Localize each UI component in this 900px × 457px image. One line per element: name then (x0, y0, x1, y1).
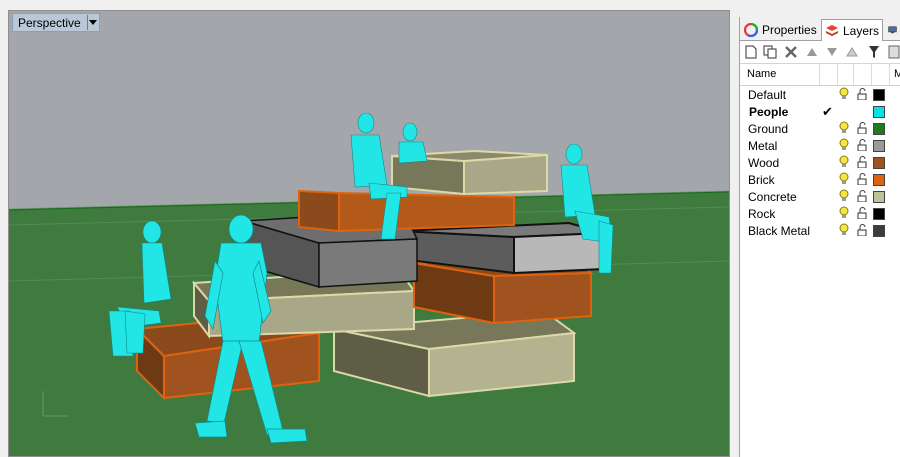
layer-name[interactable]: Wood (748, 156, 779, 170)
layer-row[interactable]: Default (740, 86, 900, 103)
layer-row[interactable]: Wood (740, 154, 900, 171)
tab-properties-label: Properties (762, 22, 817, 37)
layer-color-swatch[interactable] (873, 106, 885, 118)
move-down-icon (827, 48, 837, 56)
layer-name[interactable]: Default (748, 88, 786, 102)
column-divider (819, 63, 820, 85)
layer-color-swatch[interactable] (873, 225, 885, 237)
tools-icon (888, 45, 900, 59)
new-layer-button[interactable] (743, 44, 759, 60)
scene-render[interactable] (9, 11, 730, 457)
layer-unlocked-icon[interactable] (857, 173, 868, 185)
display-icon (888, 25, 897, 33)
column-divider (853, 63, 854, 85)
layer-unlocked-icon[interactable] (857, 207, 868, 219)
tab-display[interactable] (885, 19, 900, 40)
new-sublayer-button[interactable] (762, 44, 778, 60)
move-down-button[interactable] (824, 44, 840, 60)
layer-unlocked-icon[interactable] (857, 122, 868, 134)
delete-icon (785, 46, 797, 58)
chevron-down-icon (89, 20, 98, 25)
column-material-header[interactable]: M (894, 68, 900, 80)
layer-name[interactable]: Metal (748, 139, 777, 153)
tab-layers-label: Layers (843, 23, 880, 38)
layer-unlocked-icon[interactable] (857, 88, 868, 100)
layers-icon (826, 24, 838, 36)
filter-button[interactable] (866, 44, 882, 60)
layer-visible-bulb-icon[interactable] (839, 206, 849, 220)
move-to-parent-icon (846, 47, 858, 57)
filter-icon (869, 46, 879, 58)
layer-unlocked-icon[interactable] (857, 156, 868, 168)
layer-row[interactable]: Metal (740, 137, 900, 154)
layer-color-swatch[interactable] (873, 89, 885, 101)
layer-row[interactable]: People ✔ (740, 103, 900, 120)
layer-visible-bulb-icon[interactable] (839, 189, 849, 203)
layers-panel: Properties Layers Name M Default People … (739, 17, 900, 457)
layer-visible-bulb-icon[interactable] (839, 223, 849, 237)
viewport-menu-dropdown[interactable] (86, 15, 99, 30)
tab-properties[interactable]: Properties (741, 19, 819, 40)
properties-icon (744, 22, 758, 37)
column-divider (871, 63, 872, 85)
layer-color-swatch[interactable] (873, 123, 885, 135)
panel-gap (730, 10, 739, 457)
layer-name[interactable]: Black Metal (748, 224, 810, 238)
column-divider (837, 63, 838, 85)
column-divider (889, 63, 890, 85)
layer-name[interactable]: Brick (748, 173, 775, 187)
new-sublayer-icon (763, 45, 777, 59)
layer-list: Default People ✔ Ground Metal Wood Brick Concre… (740, 86, 900, 239)
layer-visible-bulb-icon[interactable] (839, 172, 849, 186)
layer-visible-bulb-icon[interactable] (839, 138, 849, 152)
layer-color-swatch[interactable] (873, 191, 885, 203)
layer-name[interactable]: Ground (748, 122, 788, 136)
move-up-icon (807, 48, 817, 56)
layer-color-swatch[interactable] (873, 157, 885, 169)
layer-name[interactable]: Rock (748, 207, 775, 221)
move-up-button[interactable] (804, 44, 820, 60)
layer-visible-bulb-icon[interactable] (839, 155, 849, 169)
tab-layers[interactable]: Layers (821, 19, 883, 41)
layer-row[interactable]: Ground (740, 120, 900, 137)
top-strip (0, 0, 900, 10)
layers-toolbar (740, 41, 900, 64)
layer-color-swatch[interactable] (873, 208, 885, 220)
layer-row[interactable]: Concrete (740, 188, 900, 205)
layer-row[interactable]: Brick (740, 171, 900, 188)
delete-layer-button[interactable] (783, 44, 799, 60)
layer-visible-bulb-icon[interactable] (839, 121, 849, 135)
layer-color-swatch[interactable] (873, 140, 885, 152)
layer-unlocked-icon[interactable] (857, 190, 868, 202)
layer-unlocked-icon[interactable] (857, 224, 868, 236)
layer-color-swatch[interactable] (873, 174, 885, 186)
layer-visible-bulb-icon[interactable] (839, 87, 849, 101)
column-name-header[interactable]: Name (747, 68, 776, 80)
current-layer-check-icon: ✔ (822, 104, 833, 119)
layer-name[interactable]: People (749, 105, 788, 119)
layer-name[interactable]: Concrete (748, 190, 797, 204)
layer-row[interactable]: Black Metal (740, 222, 900, 239)
layer-row[interactable]: Rock (740, 205, 900, 222)
move-to-parent-button[interactable] (844, 44, 860, 60)
viewport-title-tab[interactable]: Perspective (12, 13, 100, 32)
new-layer-icon (745, 45, 757, 59)
layer-unlocked-icon[interactable] (857, 139, 868, 151)
layers-header: Name M (740, 63, 900, 86)
panel-tabs: Properties Layers (740, 17, 900, 41)
perspective-viewport[interactable]: Perspective (8, 10, 730, 457)
tools-button[interactable] (886, 44, 900, 60)
viewport-title: Perspective (18, 15, 81, 30)
